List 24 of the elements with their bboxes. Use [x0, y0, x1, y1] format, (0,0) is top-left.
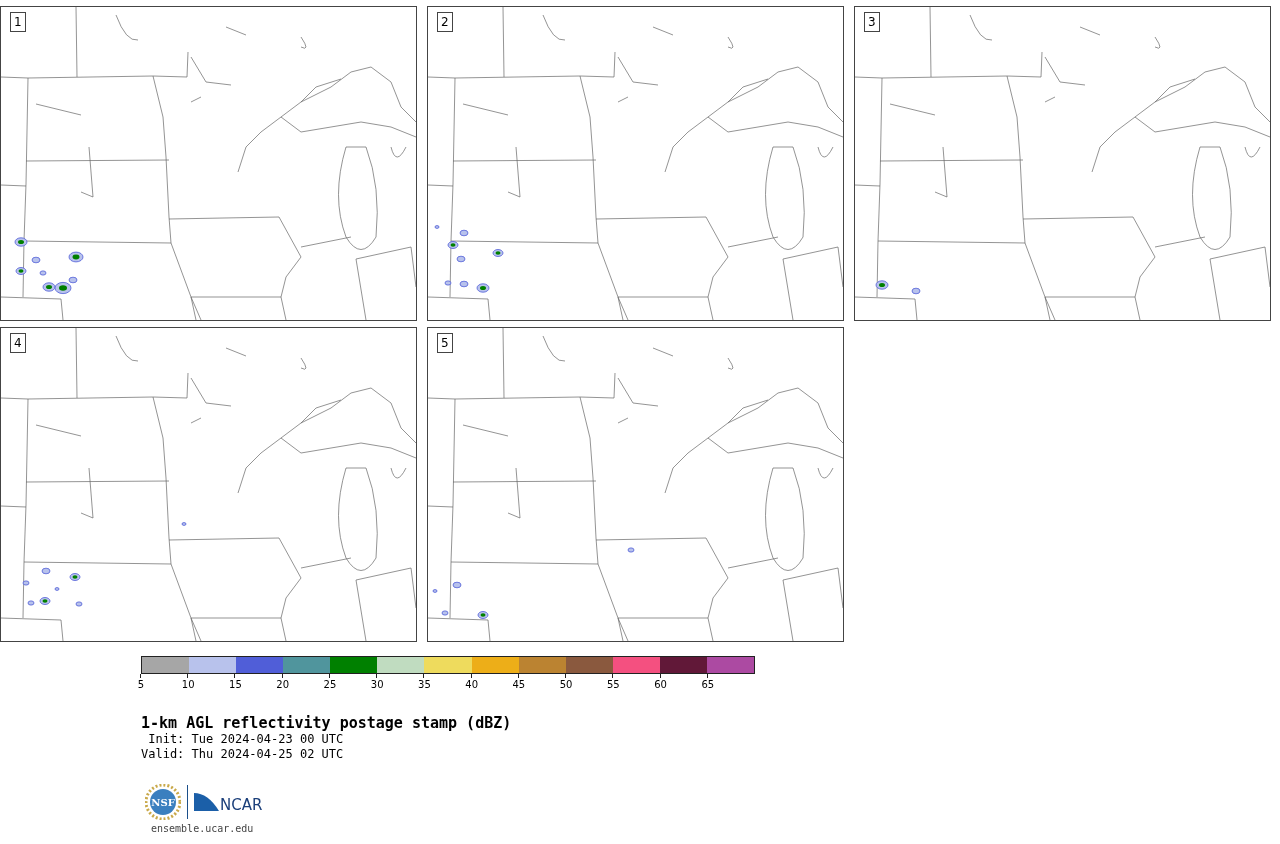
panel-number: 2 [437, 12, 453, 32]
panel-number: 1 [10, 12, 26, 32]
panel-number: 4 [10, 333, 26, 353]
tick-label: 30 [370, 679, 384, 690]
tick-label: 55 [607, 679, 620, 690]
chart-title: 1-km AGL reflectivity postage stamp (dBZ) [141, 714, 513, 732]
site-url: ensemble.ucar.edu [151, 823, 255, 834]
tick-label: 10 [181, 679, 195, 690]
ncar-logo: NCAR [194, 791, 268, 813]
tick-label: 20 [276, 679, 290, 690]
panel-number: 3 [864, 12, 880, 32]
tick-label: 15 [229, 679, 242, 690]
tick-label: 5 [137, 679, 145, 690]
tick-label: 50 [559, 679, 573, 690]
tick-label: 40 [465, 679, 478, 690]
tick-label: 60 [654, 679, 667, 690]
tick-label: 35 [418, 679, 431, 690]
nsf-logo: NSF [145, 784, 181, 820]
init-time: Init: Tue 2024-04-23 00 UTC [147, 732, 345, 747]
tick-label: 25 [323, 679, 337, 690]
valid-time: Valid: Thu 2024-04-25 02 UTC [141, 747, 345, 762]
tick-label: 65 [701, 679, 715, 690]
panel-number: 5 [437, 333, 453, 353]
tick-label: 45 [512, 679, 526, 690]
